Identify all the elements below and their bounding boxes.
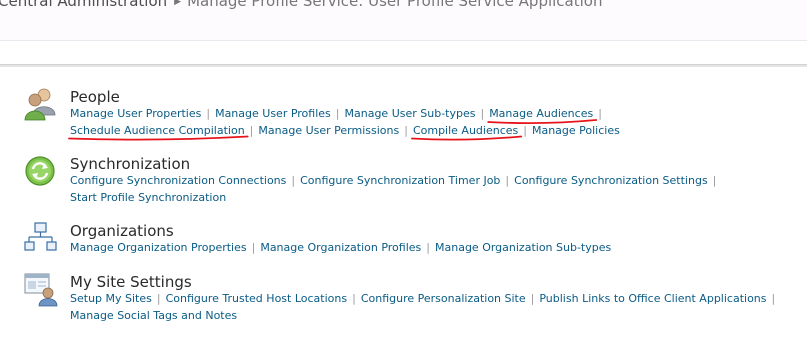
link-separator: | bbox=[530, 292, 535, 305]
link-configure-trusted-host-locations[interactable]: Configure Trusted Host Locations bbox=[166, 292, 348, 305]
breadcrumb-separator-icon: ▶ bbox=[174, 0, 182, 7]
sync-icon bbox=[25, 156, 55, 186]
link-separator: | bbox=[771, 292, 776, 305]
link-manage-user-profiles[interactable]: Manage User Profiles bbox=[215, 107, 331, 120]
link-manage-policies[interactable]: Manage Policies bbox=[532, 124, 620, 137]
link-manage-user-sub-types[interactable]: Manage User Sub-types bbox=[345, 107, 476, 120]
link-configure-personalization-site[interactable]: Configure Personalization Site bbox=[361, 292, 526, 305]
link-separator: | bbox=[598, 107, 602, 120]
link-separator: | bbox=[335, 107, 340, 120]
group-title-organizations: Organizations bbox=[70, 222, 174, 240]
link-setup-my-sites[interactable]: Setup My Sites bbox=[70, 292, 152, 305]
link-separator: | bbox=[505, 174, 510, 187]
link-separator: | bbox=[291, 174, 296, 187]
link-configure-sync-settings[interactable]: Configure Synchronization Settings bbox=[514, 174, 708, 187]
link-separator: | bbox=[426, 241, 430, 254]
page-header: Central Administration ▶ Manage Profile Se… bbox=[0, 0, 807, 41]
link-separator: | bbox=[404, 123, 408, 137]
link-separator: | bbox=[480, 107, 485, 120]
link-manage-user-properties[interactable]: Manage User Properties bbox=[70, 107, 201, 120]
link-separator: | bbox=[249, 123, 254, 137]
synchronization-links: Configure Synchronization Connections | Co… bbox=[70, 173, 721, 206]
breadcrumb-central-administration[interactable]: Central Administration bbox=[0, 0, 167, 10]
link-manage-org-profiles[interactable]: Manage Organization Profiles bbox=[260, 241, 421, 254]
link-manage-org-properties[interactable]: Manage Organization Properties bbox=[70, 241, 247, 254]
link-manage-social-tags-notes[interactable]: Manage Social Tags and Notes bbox=[70, 309, 237, 322]
link-configure-sync-timer-job[interactable]: Configure Synchronization Timer Job bbox=[300, 174, 500, 187]
my-site-icon bbox=[24, 273, 58, 307]
my-site-settings-links: Setup My Sites | Configure Trusted Host Lo… bbox=[70, 291, 780, 324]
group-title-my-site-settings: My Site Settings bbox=[70, 273, 192, 291]
breadcrumb-current-page: Manage Profile Service: User Profile Ser… bbox=[187, 0, 603, 10]
breadcrumb: Central Administration ▶ Manage Profile Se… bbox=[0, 0, 602, 10]
link-manage-user-permissions[interactable]: Manage User Permissions bbox=[258, 124, 399, 137]
link-manage-audiences[interactable]: Manage Audiences bbox=[489, 107, 593, 120]
link-manage-org-sub-types[interactable]: Manage Organization Sub-types bbox=[435, 241, 611, 254]
link-compile-audiences[interactable]: Compile Audiences bbox=[413, 124, 518, 137]
group-title-people: People bbox=[70, 88, 120, 106]
link-schedule-audience-compilation[interactable]: Schedule Audience Compilation bbox=[70, 124, 245, 137]
link-separator: | bbox=[712, 174, 717, 187]
section-divider bbox=[0, 64, 807, 67]
link-separator: | bbox=[352, 292, 356, 305]
org-chart-icon bbox=[24, 222, 57, 251]
link-publish-links-office-client[interactable]: Publish Links to Office Client Applicati… bbox=[539, 292, 766, 305]
people-icon bbox=[24, 88, 56, 121]
link-separator: | bbox=[156, 292, 161, 305]
link-start-profile-sync[interactable]: Start Profile Synchronization bbox=[70, 191, 226, 204]
group-title-synchronization: Synchronization bbox=[70, 155, 191, 173]
organizations-links: Manage Organization Properties | Manage Or… bbox=[70, 240, 611, 257]
people-links: Manage User Properties | Manage User Profi… bbox=[70, 106, 620, 139]
link-separator: | bbox=[206, 107, 211, 120]
link-separator: | bbox=[251, 241, 256, 254]
link-separator: | bbox=[523, 123, 527, 137]
link-configure-sync-connections[interactable]: Configure Synchronization Connections bbox=[70, 174, 286, 187]
